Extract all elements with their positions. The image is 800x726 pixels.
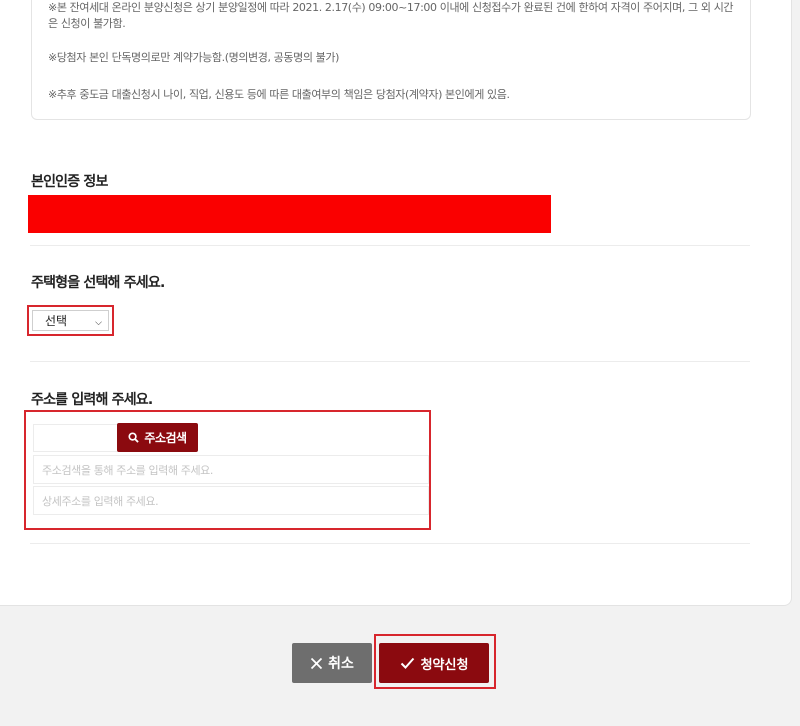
- cancel-label: 취소: [328, 656, 354, 672]
- address-fields-highlight: 주소검색 주소검색을 통해 주소를 입력해 주세요. 상세주소를 입력해 주세요…: [24, 410, 431, 530]
- apply-label: 청약신청: [420, 657, 469, 673]
- address-title: 주소를 입력해 주세요.: [31, 392, 153, 408]
- address-input[interactable]: 주소검색을 통해 주소를 입력해 주세요.: [33, 455, 429, 484]
- address-search-button[interactable]: 주소검색: [117, 423, 198, 452]
- detail-address-input[interactable]: 상세주소를 입력해 주세요.: [33, 486, 429, 515]
- chevron-down-icon: ⌵: [95, 318, 102, 328]
- address-search-label: 주소검색: [144, 431, 187, 445]
- address-input-placeholder: 주소검색을 통해 주소를 입력해 주세요.: [42, 463, 214, 477]
- identity-section-title: 본인인증 정보: [31, 174, 108, 190]
- redacted-identity-info: [28, 195, 551, 233]
- housing-type-select-highlight: 선택 ⌵: [27, 305, 114, 336]
- housing-type-select[interactable]: 선택 ⌵: [32, 310, 109, 331]
- housing-type-title: 주택형을 선택해 주세요.: [31, 275, 165, 291]
- notice-loan-responsibility: ※추후 중도금 대출신청시 나이, 직업, 신용도 등에 따른 대출여부의 책임…: [48, 88, 510, 101]
- form-card: ※본 잔여세대 온라인 분양신청은 상기 분양일정에 따라 2021. 2.17…: [0, 0, 792, 606]
- close-icon: [310, 657, 323, 669]
- apply-button[interactable]: 청약신청: [379, 643, 489, 683]
- zipcode-input[interactable]: [33, 424, 119, 452]
- search-icon: [128, 432, 140, 443]
- housing-type-select-value: 선택: [45, 314, 68, 328]
- notice-schedule: ※본 잔여세대 온라인 분양신청은 상기 분양일정에 따라 2021. 2.17…: [48, 1, 734, 30]
- apply-button-highlight: 청약신청: [374, 634, 496, 689]
- section-divider: [30, 361, 750, 362]
- notice-single-owner: ※당첨자 본인 단독명의로만 계약가능함.(명의변경, 공동명의 불가): [48, 51, 339, 64]
- section-divider: [30, 543, 750, 544]
- cancel-button[interactable]: 취소: [292, 643, 372, 683]
- check-icon: [400, 657, 414, 669]
- section-divider: [30, 245, 750, 246]
- detail-address-placeholder: 상세주소를 입력해 주세요.: [42, 494, 159, 508]
